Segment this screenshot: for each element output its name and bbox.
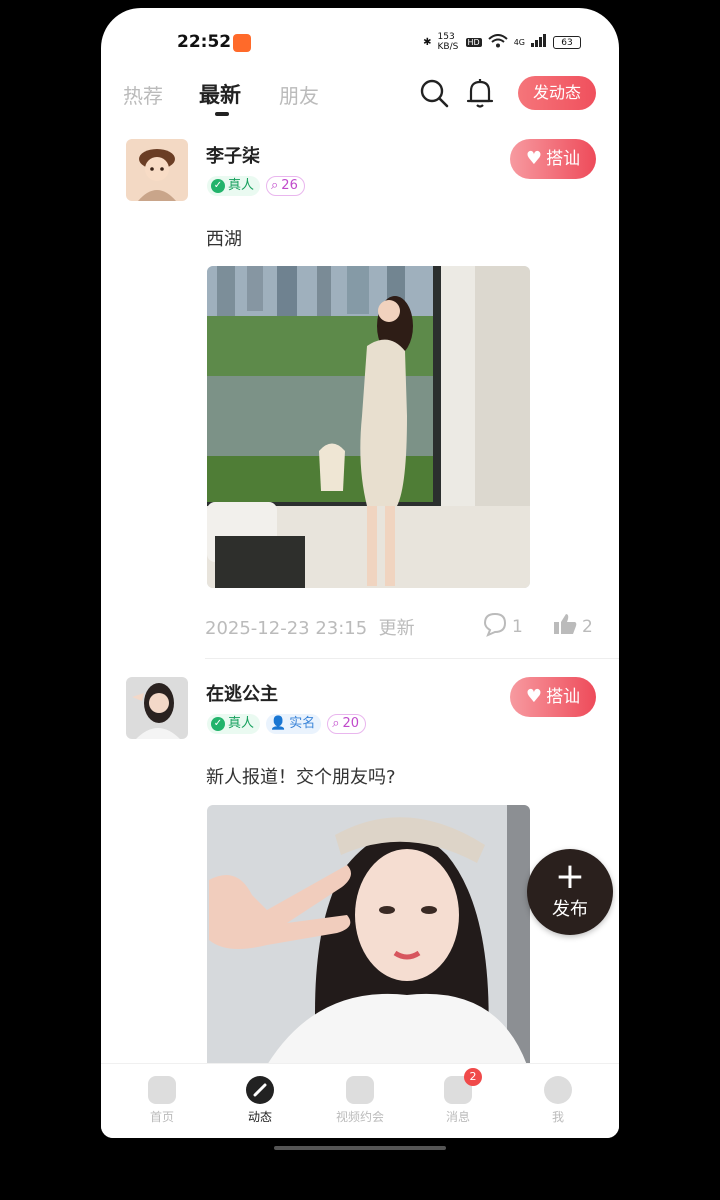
tab-video-dating[interactable]: 视频约会 <box>320 1070 400 1125</box>
tab-video-dating-label: 视频约会 <box>335 1110 384 1124</box>
tab-me[interactable]: 我 <box>518 1070 598 1125</box>
publish-label: 发布 <box>552 899 588 920</box>
post-text: 新人报道！交个朋友吗? <box>206 767 396 788</box>
post-image[interactable] <box>207 805 530 1065</box>
tab-latest[interactable]: 最新 <box>199 79 241 109</box>
score-badge: ⌕ 20 <box>327 714 367 734</box>
tab-moments[interactable]: 动态 <box>220 1070 300 1125</box>
status-icons: ✱ 153 KB/S HD 4G 63 <box>423 32 581 52</box>
status-bar: 22:52 ✱ 153 KB/S HD 4G 63 <box>101 8 619 78</box>
real-person-badge: ✓ 真人 <box>207 714 261 734</box>
heart-icon: ♥ <box>525 148 543 169</box>
signal-label: 4G <box>513 37 525 47</box>
like-button[interactable]: 2 <box>552 611 593 642</box>
thumbs-up-icon <box>552 611 578 642</box>
greet-button[interactable]: ♥ 搭讪 <box>510 677 596 717</box>
bottom-tab-bar: 首页 动态 视频约会 2 消息 我 <box>101 1063 619 1138</box>
signal-icon <box>531 34 547 50</box>
comment-icon <box>482 611 508 642</box>
tab-messages-label: 消息 <box>445 1110 470 1124</box>
real-name-label: 实名 <box>289 716 316 731</box>
post-time: 2025-12-23 23:15 更新 <box>205 614 415 640</box>
post-moment-button[interactable]: 发动态 <box>518 76 596 110</box>
bluetooth-icon: ✱ <box>423 36 432 48</box>
publish-fab[interactable]: + 发布 <box>527 849 613 935</box>
score-icon: ⌕ <box>332 716 340 731</box>
heart-icon: ♥ <box>525 686 543 707</box>
tab-moments-label: 动态 <box>247 1110 272 1124</box>
post-image[interactable] <box>207 266 530 588</box>
status-time: 22:52 <box>177 32 232 52</box>
user-badges: ✓ 真人 ⌕ 26 <box>207 176 305 196</box>
score-value: 20 <box>342 716 360 731</box>
greet-label: 搭讪 <box>546 149 581 169</box>
post-text: 西湖 <box>206 229 242 250</box>
like-count: 2 <box>582 616 593 637</box>
tab-active-indicator <box>215 112 229 116</box>
score-badge: ⌕ 26 <box>266 176 305 196</box>
username[interactable]: 在逃公主 <box>206 680 278 706</box>
tab-home-label: 首页 <box>149 1110 174 1124</box>
avatar[interactable] <box>126 139 188 201</box>
check-icon: ✓ <box>211 717 225 731</box>
home-indicator[interactable] <box>274 1146 446 1150</box>
comment-count: 1 <box>512 616 523 637</box>
real-name-badge: 👤 实名 <box>266 714 322 734</box>
profile-icon <box>544 1076 572 1104</box>
avatar[interactable] <box>126 677 188 739</box>
post-timestamp: 2025-12-23 23:15 <box>205 618 368 639</box>
username[interactable]: 李子柒 <box>206 142 260 168</box>
score-icon: ⌕ <box>271 178 279 193</box>
real-person-badge: ✓ 真人 <box>207 176 261 196</box>
video-camera-icon <box>346 1076 374 1104</box>
net-speed: 153 KB/S <box>437 32 459 52</box>
pen-icon <box>246 1076 274 1104</box>
score-value: 26 <box>281 178 298 193</box>
tab-me-label: 我 <box>551 1110 564 1124</box>
phone-screen: 22:52 ✱ 153 KB/S HD 4G 63 热荐 最新 朋友 发动态 李… <box>101 8 619 1138</box>
message-icon: 2 <box>444 1068 482 1104</box>
tab-messages[interactable]: 2 消息 <box>418 1068 498 1125</box>
check-icon: ✓ <box>211 179 225 193</box>
greet-label: 搭讪 <box>546 687 581 707</box>
tab-home[interactable]: 首页 <box>122 1070 202 1125</box>
battery-icon: 63 <box>553 35 581 49</box>
home-icon <box>148 1076 176 1104</box>
post-updated-label: 更新 <box>378 618 415 639</box>
person-icon: 👤 <box>270 716 287 731</box>
unread-badge: 2 <box>464 1068 482 1086</box>
plus-icon: + <box>554 856 586 897</box>
tab-recommended[interactable]: 热荐 <box>123 80 163 109</box>
bell-icon[interactable] <box>463 76 497 110</box>
tab-friends[interactable]: 朋友 <box>279 80 319 109</box>
post-divider <box>205 658 619 659</box>
search-icon[interactable] <box>417 76 451 110</box>
real-person-label: 真人 <box>228 716 255 731</box>
hd-badge: HD <box>465 37 482 47</box>
real-person-label: 真人 <box>228 178 255 193</box>
user-badges: ✓ 真人 👤 实名 ⌕ 20 <box>207 714 367 734</box>
notification-app-icon <box>233 34 251 52</box>
wifi-icon <box>488 33 508 51</box>
greet-button[interactable]: ♥ 搭讪 <box>510 139 596 179</box>
comment-button[interactable]: 1 <box>482 611 523 642</box>
